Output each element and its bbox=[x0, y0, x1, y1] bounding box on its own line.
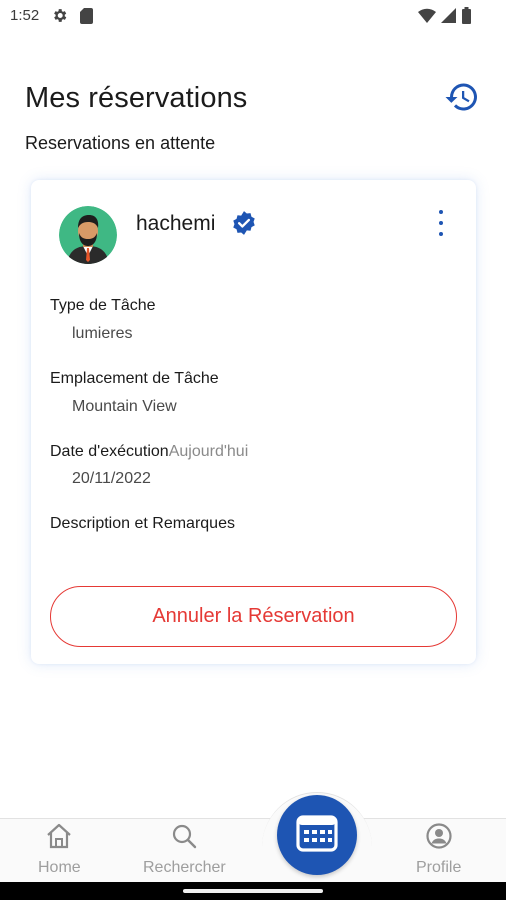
nav-home[interactable]: Home bbox=[38, 823, 81, 877]
avatar bbox=[59, 206, 117, 264]
verified-badge-icon bbox=[231, 210, 257, 241]
battery-icon bbox=[462, 7, 471, 29]
profile-icon bbox=[425, 823, 453, 854]
history-button[interactable] bbox=[442, 81, 482, 117]
user-name: hachemi bbox=[136, 212, 216, 235]
search-icon bbox=[170, 823, 198, 854]
gear-icon bbox=[51, 7, 68, 29]
date-row: Date d'exécutionAujourd'hui bbox=[50, 443, 248, 461]
status-time: 1:52 bbox=[10, 7, 40, 24]
date-label: Date d'exécution bbox=[50, 443, 169, 460]
nav-search-label: Rechercher bbox=[143, 859, 226, 876]
calendar-button[interactable] bbox=[277, 795, 357, 875]
nav-home-label: Home bbox=[38, 859, 81, 876]
wifi-icon bbox=[418, 8, 436, 28]
page-title: Mes réservations bbox=[25, 82, 248, 114]
task-type-label: Type de Tâche bbox=[50, 297, 156, 314]
calendar-icon bbox=[295, 813, 339, 858]
reservation-card: hachemi Type de Tâche lumieres Emplaceme… bbox=[31, 180, 476, 664]
date-extra: Aujourd'hui bbox=[168, 443, 249, 460]
history-icon bbox=[444, 79, 480, 120]
task-type-value: lumieres bbox=[72, 325, 133, 342]
sd-card-icon bbox=[80, 8, 93, 29]
more-vert-icon bbox=[439, 210, 443, 214]
gesture-bar[interactable] bbox=[183, 889, 323, 893]
nav-search[interactable]: Rechercher bbox=[143, 823, 226, 877]
date-value: 20/11/2022 bbox=[72, 470, 151, 487]
nav-profile-label: Profile bbox=[416, 859, 462, 876]
status-bar: 1:52 bbox=[0, 0, 506, 32]
section-title: Reservations en attente bbox=[25, 133, 216, 153]
location-label: Emplacement de Tâche bbox=[50, 370, 219, 387]
cancel-reservation-button[interactable]: Annuler la Réservation bbox=[50, 586, 457, 647]
nav-profile[interactable]: Profile bbox=[416, 823, 461, 877]
location-value: Mountain View bbox=[72, 398, 177, 415]
signal-icon bbox=[441, 8, 456, 28]
home-icon bbox=[45, 823, 73, 854]
more-options-button[interactable] bbox=[429, 208, 453, 238]
description-label: Description et Remarques bbox=[50, 515, 235, 532]
